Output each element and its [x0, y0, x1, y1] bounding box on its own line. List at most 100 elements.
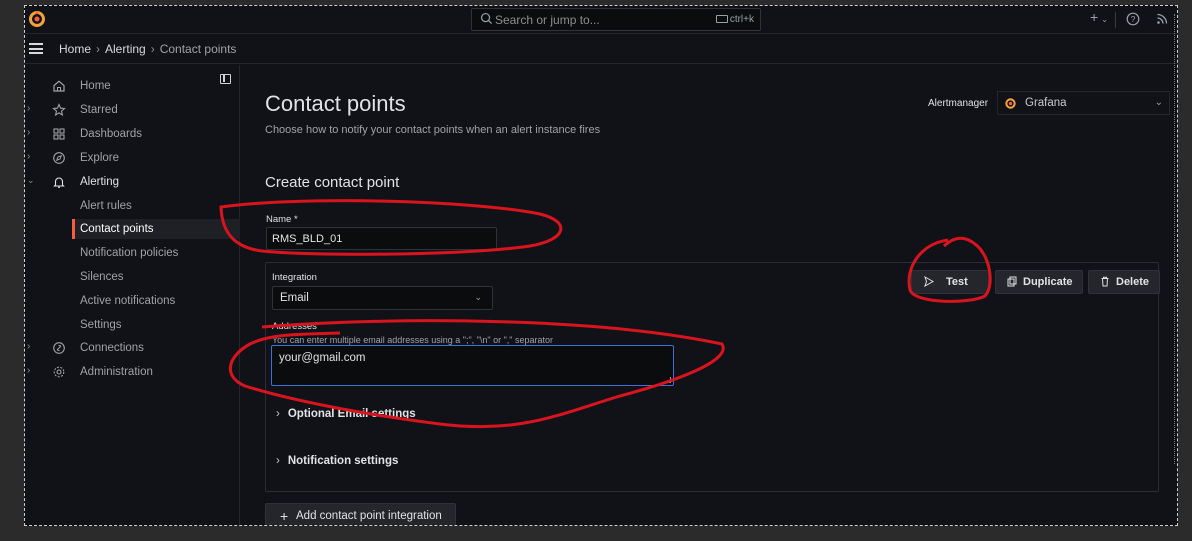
page-title: Contact points [265, 91, 406, 116]
star-icon [52, 103, 66, 117]
sidebar-item-alerting[interactable]: ⌄ Alerting [25, 172, 240, 192]
form-heading: Create contact point [265, 174, 400, 191]
cog-icon [53, 366, 65, 378]
optional-email-settings-toggle[interactable]: › Optional Email settings [276, 408, 416, 420]
sidebar-item-label: Home [80, 80, 111, 92]
resize-handle-icon[interactable] [665, 377, 671, 383]
optional-email-settings-label: Optional Email settings [287, 408, 416, 420]
chevron-right-icon: › [276, 408, 280, 420]
name-field[interactable]: RMS_BLD_01 [266, 227, 497, 250]
trash-icon [1101, 276, 1109, 287]
chevron-down-icon: ⌄ [1101, 15, 1108, 24]
breadcrumb-contact-points: Contact points [159, 42, 237, 56]
sidebar-subitem-notification-policies[interactable]: Notification policies [72, 243, 240, 263]
expand-arrow-icon[interactable]: › [27, 365, 30, 376]
sidebar-subitem-label: Active notifications [80, 295, 176, 307]
expand-arrow-icon[interactable]: › [27, 151, 30, 162]
breadcrumb-alerting[interactable]: Alerting [105, 42, 146, 56]
expand-arrow-icon[interactable]: › [27, 341, 30, 352]
help-icon[interactable]: ? [1126, 12, 1140, 26]
home-icon [53, 80, 65, 92]
keyboard-icon [715, 15, 728, 23]
rss-icon[interactable] [1156, 13, 1168, 25]
grafana-logo-icon [1005, 98, 1016, 109]
sidebar-item-home[interactable]: Home [25, 76, 240, 96]
integration-select[interactable]: Email ⌄ [272, 286, 493, 310]
search-input[interactable]: Search or jump to... ctrl+k [471, 8, 761, 31]
plus-icon: + [1090, 9, 1099, 25]
alertmanager-value: Grafana [1025, 97, 1067, 109]
shortcut-hint: ctrl+k [715, 14, 754, 25]
addresses-textarea[interactable]: your@gmail.com [271, 345, 674, 386]
page-subtitle: Choose how to notify your contact points… [265, 124, 601, 136]
shortcut-text: ctrl+k [729, 14, 754, 25]
addresses-label: Addresses [272, 321, 317, 332]
addresses-description: You can enter multiple email addresses u… [272, 335, 553, 345]
name-label: Name * [266, 214, 298, 225]
expand-arrow-icon[interactable]: › [27, 127, 30, 138]
sidebar-item-label: Administration [80, 366, 153, 378]
collapse-arrow-icon[interactable]: ⌄ [27, 175, 35, 186]
notification-settings-toggle[interactable]: › Notification settings [276, 455, 398, 467]
sidebar-subitem-label: Notification policies [80, 247, 179, 259]
breadcrumb-bar: Home › Alerting › Contact points [25, 34, 1177, 64]
sidebar-item-label: Starred [80, 104, 118, 116]
sidebar-subitem-contact-points[interactable]: Contact points [72, 219, 240, 239]
plus-icon: + [280, 508, 289, 524]
sidebar-item-explore[interactable]: › Explore [25, 148, 240, 168]
window-border-right [1174, 14, 1176, 464]
main-content: Contact points Choose how to notify your… [241, 65, 1177, 525]
top-bar: Search or jump to... ctrl+k + ⌄ ? [25, 6, 1177, 34]
sidebar-item-connections[interactable]: › Connections [25, 338, 240, 358]
integration-label: Integration [272, 272, 317, 283]
addresses-value: your@gmail.com [279, 352, 366, 364]
chevron-down-icon: ⌄ [1154, 97, 1163, 108]
sidebar-subitem-label: Alert rules [80, 200, 132, 212]
bell-icon [53, 177, 65, 188]
compass-icon [53, 152, 65, 164]
sidebar-item-label: Alerting [80, 176, 119, 188]
divider [1115, 12, 1116, 28]
add-integration-label: Add contact point integration [296, 510, 442, 522]
send-icon [924, 276, 934, 287]
search-icon [480, 12, 493, 25]
sidebar-subitem-silences[interactable]: Silences [72, 267, 240, 287]
sidebar-item-label: Explore [80, 152, 119, 164]
notification-settings-label: Notification settings [287, 455, 399, 467]
sidebar-item-administration[interactable]: › Administration [25, 362, 240, 382]
sidebar-item-dashboards[interactable]: › Dashboards [25, 124, 240, 144]
sidebar: Home › Starred › Dashboards › Explore ⌄ … [25, 65, 240, 525]
sidebar-subitem-active-notifications[interactable]: Active notifications [72, 291, 240, 311]
sidebar-subitem-label: Contact points [80, 223, 154, 235]
add-contact-point-integration-button[interactable]: + Add contact point integration [265, 503, 456, 525]
sidebar-subitem-alert-rules[interactable]: Alert rules [72, 196, 240, 216]
expand-arrow-icon[interactable]: › [27, 103, 30, 114]
breadcrumb-separator: › [150, 42, 155, 56]
test-button[interactable]: Test [911, 270, 989, 294]
alertmanager-select[interactable]: Grafana ⌄ [997, 91, 1170, 115]
alertmanager-label: Alertmanager [928, 98, 989, 109]
link-icon [53, 342, 65, 354]
sidebar-item-starred[interactable]: › Starred [25, 100, 240, 120]
copy-icon [1007, 276, 1017, 287]
test-button-label: Test [946, 276, 968, 288]
hamburger-menu-icon[interactable] [29, 43, 43, 54]
grafana-logo-icon[interactable] [27, 9, 47, 29]
sidebar-subitem-label: Settings [80, 319, 122, 331]
search-placeholder: Search or jump to... [495, 13, 600, 27]
new-menu-button[interactable]: + ⌄ [1090, 9, 1108, 25]
duplicate-button-label: Duplicate [1023, 276, 1073, 288]
breadcrumb-home[interactable]: Home [59, 42, 91, 56]
duplicate-button[interactable]: Duplicate [995, 270, 1083, 294]
integration-value: Email [280, 292, 309, 304]
integration-panel: Integration Email ⌄ Test Duplicate Delet… [265, 262, 1160, 492]
chevron-right-icon: › [276, 455, 280, 467]
sidebar-subitem-settings[interactable]: Settings [72, 315, 240, 335]
grafana-window: Search or jump to... ctrl+k + ⌄ ? Home › Al… [24, 5, 1178, 526]
sidebar-item-label: Dashboards [80, 128, 143, 140]
sidebar-subitem-label: Silences [80, 271, 124, 283]
chevron-down-icon: ⌄ [474, 292, 482, 302]
dashboards-icon [53, 128, 65, 140]
delete-button[interactable]: Delete [1088, 270, 1160, 294]
svg-text:?: ? [1131, 14, 1136, 24]
